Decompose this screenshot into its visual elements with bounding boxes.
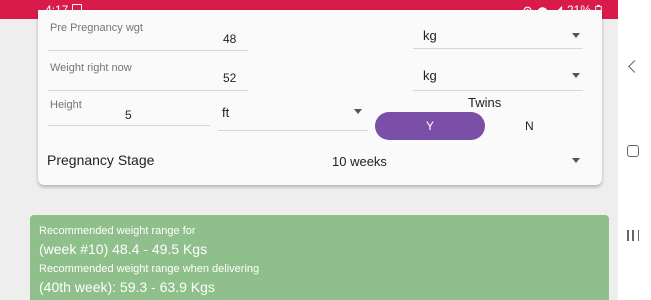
height-unit-underline — [218, 130, 368, 131]
chevron-down-icon[interactable] — [354, 109, 362, 114]
result-current-range: (week #10) 48.4 - 49.5 Kgs — [39, 241, 208, 257]
weight-now-unit-underline — [413, 90, 583, 91]
result-current-label: Recommended weight range for — [39, 225, 196, 237]
app-screen: 4:17 21% Pre Pregnancy wgt 48 kg Weight … — [0, 0, 618, 300]
result-delivery-label: Recommended weight range when delivering — [39, 263, 260, 275]
pre-pregnancy-label: Pre Pregnancy wgt — [50, 22, 143, 34]
pre-pregnancy-unit[interactable]: kg — [423, 28, 437, 43]
back-icon[interactable] — [628, 60, 641, 73]
twins-label: Twins — [468, 95, 502, 110]
height-input[interactable]: 5 — [125, 108, 132, 122]
result-panel: Recommended weight range for (week #10) … — [30, 215, 609, 300]
chevron-down-icon[interactable] — [572, 33, 580, 38]
weight-now-unit[interactable]: kg — [423, 68, 437, 83]
chevron-down-icon[interactable] — [572, 73, 580, 78]
pregnancy-stage-select[interactable]: 10 weeks — [332, 154, 387, 169]
chevron-down-icon[interactable] — [572, 158, 580, 163]
home-icon[interactable] — [627, 145, 639, 157]
twins-yes-button[interactable]: Y — [375, 112, 485, 140]
pre-pregnancy-underline — [48, 50, 248, 51]
pregnancy-stage-label: Pregnancy Stage — [47, 152, 155, 168]
weight-now-input[interactable]: 52 — [223, 71, 236, 85]
weight-now-label: Weight right now — [50, 62, 132, 74]
height-underline — [48, 125, 210, 126]
height-unit[interactable]: ft — [222, 105, 229, 120]
weight-now-underline — [48, 90, 248, 91]
twins-no-button[interactable]: N — [525, 119, 534, 133]
height-label: Height — [50, 99, 82, 111]
result-delivery-range: (40th week): 59.3 - 63.9 Kgs — [39, 279, 215, 295]
pre-pregnancy-input[interactable]: 48 — [223, 32, 236, 46]
pre-pregnancy-unit-underline — [413, 48, 583, 49]
recent-apps-icon[interactable] — [627, 230, 639, 241]
